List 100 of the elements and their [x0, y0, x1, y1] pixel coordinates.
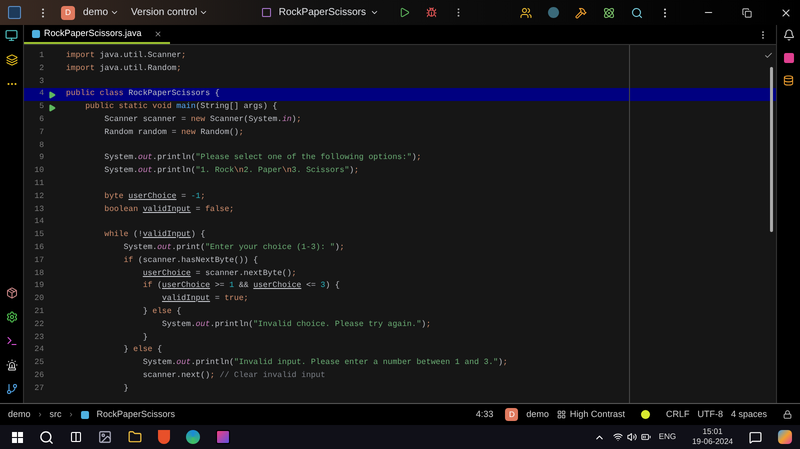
run-config-icon	[262, 8, 271, 17]
photos-icon[interactable]	[98, 430, 112, 444]
line-number: 13	[33, 204, 44, 216]
line-number: 21	[33, 306, 44, 318]
atom-icon[interactable]	[603, 6, 615, 18]
code-line: System.out.println("Invalid input. Please enter a number between 1 and 3.");	[142, 357, 508, 370]
breadcrumb[interactable]: demo	[8, 408, 31, 422]
breadcrumb-separator: ›	[70, 408, 73, 421]
line-number: 18	[33, 268, 44, 280]
run-config-dropdown[interactable]: RockPaperScissors	[278, 5, 379, 20]
line-number: 23	[33, 332, 44, 344]
wifi-icon[interactable]	[612, 432, 623, 442]
line-number: 2	[38, 62, 44, 75]
check-icon	[764, 51, 773, 60]
alert-icon[interactable]	[6, 359, 18, 371]
browser-icon[interactable]	[186, 430, 200, 444]
task-view-icon[interactable]	[70, 431, 82, 443]
code-line: Scanner scanner = new Scanner(System.in);	[103, 114, 302, 126]
code-line: validInput = true;	[161, 293, 248, 306]
close-tab-icon[interactable]	[154, 30, 162, 38]
restore-icon[interactable]	[742, 8, 752, 18]
line-number: 5	[38, 101, 44, 114]
encoding[interactable]: UTF-8	[697, 408, 723, 422]
folder-icon[interactable]	[128, 430, 142, 444]
close-icon[interactable]	[780, 6, 792, 18]
code-line: Random random = new Random();	[103, 126, 244, 139]
code-line: } else {	[122, 344, 162, 356]
notification-icon[interactable]	[749, 430, 762, 444]
caret-position[interactable]: 4:33	[476, 408, 494, 422]
search-icon[interactable]	[631, 6, 643, 18]
class-icon	[80, 410, 89, 418]
line-number: 6	[38, 114, 44, 126]
line-number: 8	[38, 140, 44, 152]
code-line: } else {	[142, 306, 182, 318]
theme-name[interactable]: High Contrast	[570, 408, 625, 422]
battery-icon[interactable]	[640, 432, 651, 442]
project-dropdown[interactable]: demo	[83, 5, 120, 20]
code-line: System.out.println("1. Rock\n2. Paper\n3. Scissors");	[103, 165, 359, 178]
project-name[interactable]: demo	[526, 408, 549, 422]
notification-icon[interactable]	[782, 29, 794, 41]
code-line: public class RockPaperScissors {	[66, 88, 220, 100]
volume-icon[interactable]	[626, 432, 637, 442]
tab-label: RockPaperScissors.java	[44, 26, 142, 40]
line-number: 14	[33, 216, 44, 228]
line-number: 4	[38, 88, 44, 100]
run-gutter-icon[interactable]	[48, 90, 56, 99]
breadcrumb-separator: ›	[38, 408, 42, 421]
code-line: import java.util.Random;	[66, 62, 182, 75]
search-icon[interactable]	[39, 430, 54, 444]
line-number: 12	[33, 190, 44, 203]
lock-icon[interactable]	[783, 410, 792, 419]
caret-icon	[110, 8, 120, 17]
line-number: 3	[38, 76, 44, 88]
project-badge: D	[505, 408, 518, 421]
line-number: 22	[33, 318, 44, 331]
clock-time[interactable]: 15:01	[702, 427, 723, 437]
breadcrumb[interactable]: src	[50, 408, 62, 422]
project-badge: D	[61, 6, 75, 20]
line-number: 11	[33, 178, 44, 190]
code-line: public static void main(String[] args) {	[84, 101, 278, 114]
indent-setting[interactable]: 4 spaces	[730, 408, 767, 422]
hammer-icon[interactable]	[575, 6, 587, 18]
code-line: System.out.println("Invalid choice. Please try again.");	[161, 318, 431, 331]
ide-icon[interactable]	[216, 430, 230, 444]
plugin-icon[interactable]	[784, 53, 794, 63]
monitor-icon[interactable]	[5, 29, 18, 42]
line-number: 25	[33, 357, 44, 370]
run-icon[interactable]	[399, 7, 410, 18]
line-number: 19	[33, 280, 44, 292]
shield-icon[interactable]	[158, 430, 170, 444]
box-icon[interactable]	[6, 287, 18, 299]
breadcrumb[interactable]: RockPaperScissors	[96, 408, 176, 422]
people-icon[interactable]	[520, 6, 532, 18]
code-line: }	[142, 332, 148, 344]
database-icon[interactable]	[783, 75, 794, 86]
scrollbar[interactable]	[770, 67, 773, 232]
language-indicator[interactable]: ENG	[658, 431, 676, 443]
code-line: System.out.print("Enter your choice (1-3): ");	[122, 242, 344, 254]
debug-icon[interactable]	[426, 7, 437, 18]
structure-icon[interactable]	[6, 54, 18, 66]
code-line: if (scanner.hasNextByte()) {	[122, 254, 258, 267]
line-number: 1	[38, 50, 44, 62]
line-number: 27	[33, 382, 44, 395]
code-line: boolean validInput = false;	[103, 204, 234, 216]
line-number: 17	[33, 254, 44, 267]
code-line: }	[122, 382, 128, 395]
terminal-icon[interactable]	[6, 335, 18, 347]
windows-icon[interactable]	[12, 432, 23, 442]
branch-icon[interactable]	[6, 383, 18, 395]
vcs-dropdown[interactable]: Version control	[131, 5, 208, 20]
clock-date[interactable]: 19-06-2024	[692, 437, 733, 447]
code-line: scanner.next(); // Clear invalid input	[142, 370, 326, 382]
copilot-icon[interactable]	[778, 430, 792, 444]
theme-icon[interactable]	[556, 410, 566, 419]
line-number: 15	[33, 229, 44, 242]
code-line: import java.util.Scanner;	[66, 50, 186, 62]
gear-icon[interactable]	[6, 311, 18, 323]
code-line: while (!validInput) {	[103, 229, 206, 242]
run-gutter-icon[interactable]	[48, 104, 56, 112]
line-separator[interactable]: CRLF	[666, 408, 690, 422]
